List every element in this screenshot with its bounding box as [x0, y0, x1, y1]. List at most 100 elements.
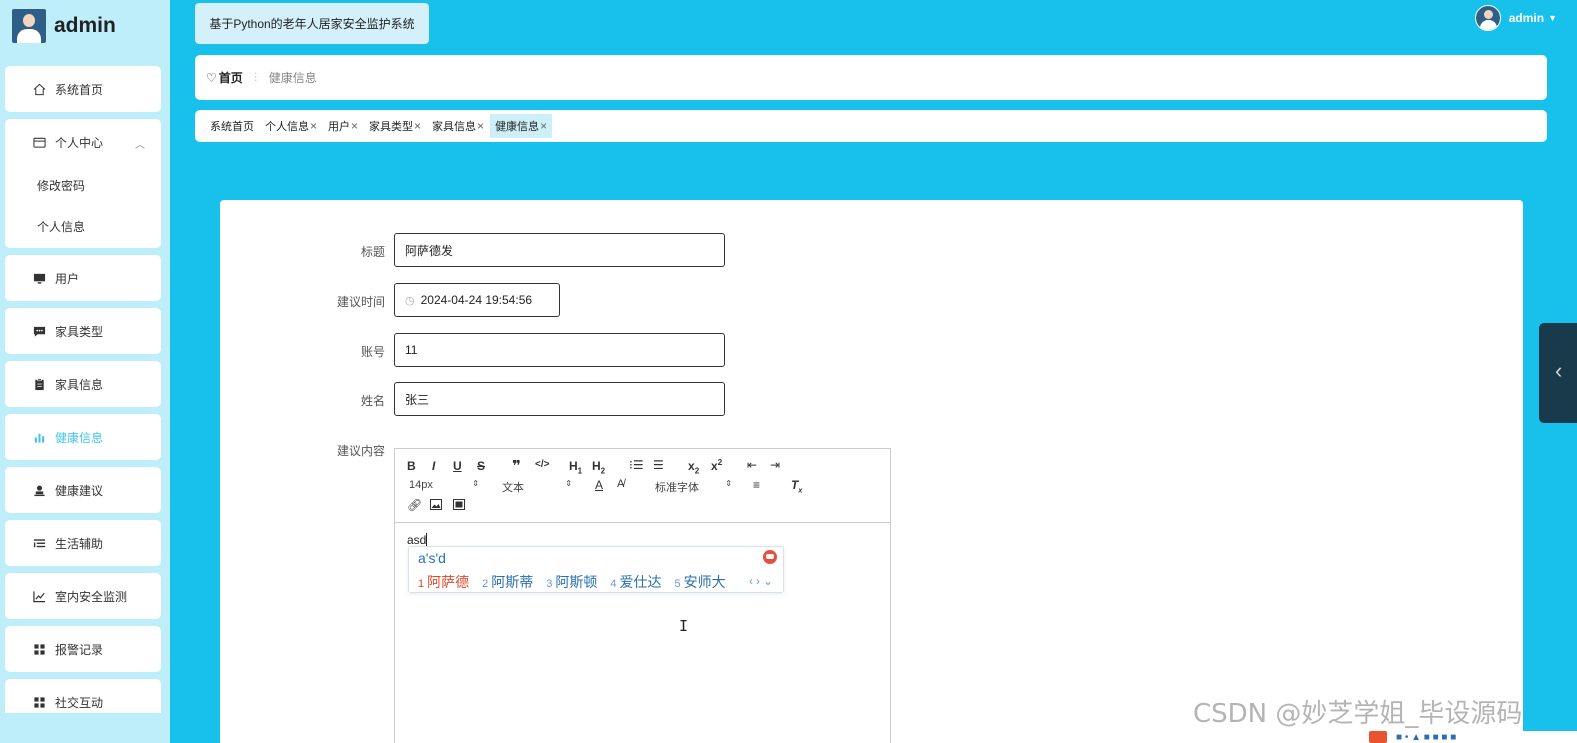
ime-candidate[interactable]: 5 安师大: [675, 572, 726, 592]
user-menu[interactable]: admin ▼: [1474, 5, 1557, 31]
font-size-select[interactable]: 14px ⇕: [409, 479, 479, 491]
italic-icon[interactable]: I: [432, 459, 435, 473]
drawer-toggle[interactable]: ‹: [1539, 323, 1577, 423]
breadcrumb-home[interactable]: ♡ 首页: [206, 69, 243, 86]
sidebar-item-furniture-type[interactable]: 家具类型: [5, 308, 161, 354]
system-title: 基于Python的老年人居家安全监护系统: [195, 3, 429, 44]
sidebar-item-alarm-records[interactable]: 报警记录: [5, 626, 161, 672]
brand-user-name: admin: [54, 14, 116, 37]
sidebar-item-life-assist[interactable]: 生活辅助: [5, 520, 161, 566]
account-value: 11: [405, 343, 418, 357]
ime-candidate[interactable]: 2 阿斯蒂: [482, 572, 533, 592]
ime-candidate-window: a's'd 1 阿萨德 2 阿斯蒂 3 阿斯顿 4 爱仕达 5 安师大 ‹›⌄: [408, 546, 784, 593]
ime-candidate-text: 爱仕达: [619, 574, 662, 590]
tab-label: 家具信息: [432, 121, 477, 133]
sidebar-item-personal-info[interactable]: 个人信息: [5, 206, 161, 247]
avatar: [1474, 5, 1501, 31]
ime-candidate[interactable]: 3 阿斯顿: [546, 572, 597, 592]
select-arrows-icon: ⇕: [725, 479, 732, 488]
close-icon[interactable]: ×: [540, 119, 547, 133]
superscript-icon[interactable]: x2: [711, 458, 722, 473]
sidebar-item-health-advice[interactable]: 健康建议: [5, 467, 161, 513]
close-icon[interactable]: ×: [310, 119, 317, 133]
subscript-icon[interactable]: x2: [688, 459, 699, 475]
sidebar-item-furniture-info[interactable]: 家具信息: [5, 361, 161, 407]
datetime-picker[interactable]: ◷ 2024-04-24 19:54:56: [394, 283, 560, 317]
font-size-value: 14px: [409, 479, 433, 491]
user-menu-name: admin: [1508, 11, 1545, 25]
outdent-icon[interactable]: ⇤: [747, 458, 757, 472]
avatar: [12, 9, 46, 43]
bold-icon[interactable]: B: [407, 459, 416, 473]
ime-candidates: 1 阿萨德 2 阿斯蒂 3 阿斯顿 4 爱仕达 5 安师大: [418, 572, 739, 592]
paragraph-select[interactable]: 文本 ⇕: [502, 479, 572, 495]
tab-users[interactable]: 用户 ×: [323, 114, 363, 138]
name-input[interactable]: 张三: [394, 382, 725, 416]
underline-icon[interactable]: U: [453, 459, 462, 473]
link-icon[interactable]: 🔗︎: [407, 498, 422, 512]
sidebar-item-label: 生活辅助: [55, 536, 104, 551]
font-family-select[interactable]: 标准字体 ⇕: [655, 479, 732, 495]
indent-icon[interactable]: ⇥: [770, 458, 780, 472]
tab-label: 系统首页: [210, 121, 254, 133]
strikethrough-icon[interactable]: S: [477, 459, 485, 473]
chat-icon: [32, 324, 46, 338]
font-color-icon[interactable]: A: [595, 478, 603, 492]
sidebar-group-personal: 个人中心 ︿ 修改密码 个人信息: [5, 119, 161, 248]
sidebar-item-users[interactable]: 用户: [5, 255, 161, 301]
chevron-up-icon[interactable]: ︿: [135, 136, 145, 151]
clear-format-icon[interactable]: Tx: [791, 478, 802, 494]
code-icon[interactable]: </>: [535, 459, 549, 470]
ime-page-nav-icon[interactable]: ‹›⌄: [749, 574, 776, 588]
account-input[interactable]: 11: [394, 333, 725, 367]
home-icon: [32, 82, 46, 96]
sidebar-item-social[interactable]: 社交互动: [5, 679, 161, 713]
sidebar-item-home[interactable]: 系统首页: [5, 66, 161, 112]
grid-icon: [32, 695, 46, 709]
heading2-icon[interactable]: H2: [592, 459, 605, 475]
close-icon[interactable]: ×: [477, 119, 484, 133]
editor-content[interactable]: asd: [407, 533, 428, 547]
tab-label: 家具类型: [369, 121, 414, 133]
editor-toolbar: B I U S ❞ </> H1 H2 ⁝☰ ☰ x2 x2 ⇤ ⇥ 14px ⇕…: [395, 449, 890, 523]
font-family-value: 标准字体: [655, 482, 699, 494]
ime-logo-icon: [763, 550, 777, 564]
tab-furniture-info[interactable]: 家具信息 ×: [427, 114, 489, 138]
breadcrumb-separator-icon: ⋮: [250, 72, 261, 83]
close-icon[interactable]: ×: [351, 119, 358, 133]
title-value: 阿萨德发: [405, 243, 454, 258]
ime-candidate-number: 2: [482, 578, 489, 590]
ime-candidate-number: 4: [610, 578, 617, 590]
sidebar-item-health-info[interactable]: 健康信息: [5, 414, 161, 460]
ime-candidate-text: 阿萨德: [427, 574, 470, 590]
ime-candidate-number: 5: [674, 578, 681, 590]
tab-home[interactable]: 系统首页: [205, 114, 259, 138]
breadcrumb: ♡ 首页 ⋮ 健康信息: [195, 55, 1547, 100]
sidebar-item-label: 个人中心: [55, 135, 104, 150]
sidebar-item-change-password[interactable]: 修改密码: [5, 165, 161, 206]
trend-icon: [32, 589, 46, 603]
tab-label: 健康信息: [495, 121, 540, 133]
ime-candidate-text: 安师大: [683, 574, 726, 590]
monitor-icon: [32, 271, 46, 285]
select-arrows-icon: ⇕: [565, 479, 572, 488]
heading1-icon[interactable]: H1: [569, 459, 582, 475]
image-icon[interactable]: [430, 499, 442, 513]
close-icon[interactable]: ×: [414, 119, 421, 133]
ime-candidate[interactable]: 4 爱仕达: [610, 572, 661, 592]
align-icon[interactable]: ≡: [753, 478, 760, 492]
chevron-left-icon: ‹: [1555, 358, 1563, 383]
ime-candidate[interactable]: 1 阿萨德: [418, 572, 469, 592]
list-icon: [32, 536, 46, 550]
tab-furniture-type[interactable]: 家具类型 ×: [364, 114, 426, 138]
title-input[interactable]: 阿萨德发: [394, 233, 725, 267]
tab-personal-info[interactable]: 个人信息 ×: [260, 114, 322, 138]
tab-health-info[interactable]: 健康信息 ×: [490, 114, 553, 138]
background-color-icon[interactable]: A̸: [617, 478, 624, 490]
video-icon[interactable]: [453, 499, 465, 513]
blockquote-icon[interactable]: ❞: [512, 457, 521, 475]
sidebar-item-indoor-safety[interactable]: 室内安全监测: [5, 573, 161, 619]
bullet-list-icon[interactable]: ☰: [653, 458, 664, 472]
ordered-list-icon[interactable]: ⁝☰: [629, 458, 644, 472]
ime-candidate-number: 3: [546, 578, 553, 590]
